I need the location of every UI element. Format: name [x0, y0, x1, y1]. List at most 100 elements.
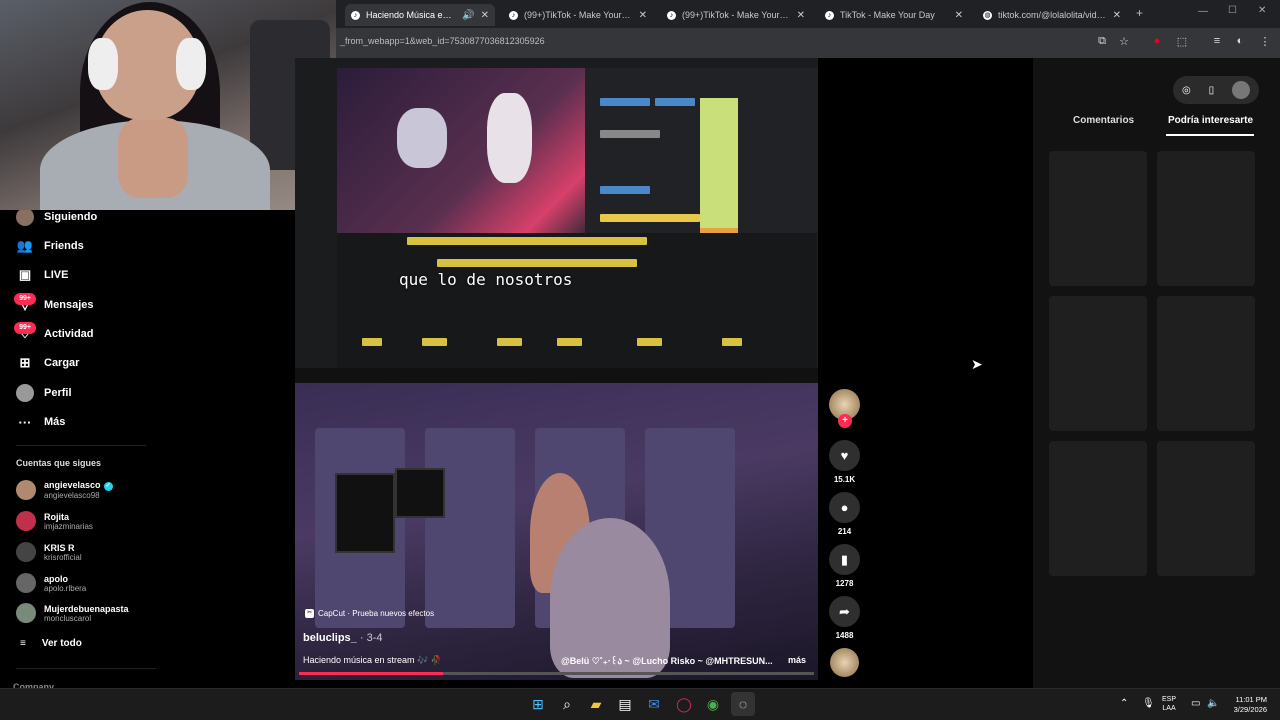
- suggested-video-tile[interactable]: [1049, 296, 1147, 431]
- tab-tiktok-1[interactable]: ♪ (99+)TikTok - Make Your Day ✕: [503, 4, 653, 26]
- nav-live[interactable]: ▣ LIVE: [16, 266, 69, 284]
- chrome-icon[interactable]: ◉: [701, 692, 725, 716]
- music-disc-icon[interactable]: [830, 648, 859, 677]
- minimize-icon[interactable]: —: [1198, 6, 1208, 17]
- mail-icon[interactable]: ✉: [642, 692, 666, 716]
- tab-podria-interesarte[interactable]: Podría interesarte: [1168, 115, 1253, 126]
- microphone-icon[interactable]: 🎙: [1142, 698, 1155, 709]
- tiktok-icon: ♪: [667, 10, 676, 20]
- like-button[interactable]: ♥ 15.1K: [829, 440, 860, 484]
- profile-avatar-icon[interactable]: ◐: [1233, 35, 1247, 47]
- lang-code: ESP: [1162, 696, 1177, 703]
- account-handle: imjazminarias: [44, 521, 93, 531]
- phone-icon[interactable]: ▯: [1209, 85, 1215, 96]
- nav-label: Más: [44, 416, 66, 428]
- volume-icon[interactable]: 🔈: [1207, 698, 1219, 709]
- tab-haciendo-musica[interactable]: ♪ Haciendo Música en Stream 🔊 ✕: [345, 4, 495, 26]
- account-name: angievelasco: [44, 480, 101, 491]
- network-icon[interactable]: ▭: [1191, 698, 1200, 709]
- active-tab-indicator: [1166, 134, 1254, 136]
- account-item[interactable]: angievelasco ✓ angievelasco98: [16, 480, 113, 500]
- nav-label: Perfil: [44, 387, 72, 399]
- tab-lolalolita[interactable]: ◍ tiktok.com/@lolalolita/video/7 ✕: [977, 4, 1127, 26]
- more-icon: ···: [18, 414, 32, 430]
- close-icon[interactable]: ✕: [639, 10, 647, 21]
- list-icon: ≡: [20, 638, 26, 649]
- nav-siguiendo[interactable]: Siguiendo: [16, 208, 97, 226]
- search-icon[interactable]: ⌕: [555, 692, 579, 716]
- progress-fill: [299, 672, 444, 675]
- tab-title: tiktok.com/@lolalolita/video/7: [998, 10, 1107, 20]
- see-all-link[interactable]: ≡ Ver todo: [16, 638, 82, 649]
- suggested-video-tile[interactable]: [1157, 151, 1255, 286]
- pinterest-icon[interactable]: ●: [1150, 35, 1164, 47]
- user-avatar[interactable]: [1232, 81, 1251, 99]
- suggested-video-tile[interactable]: [1157, 441, 1255, 576]
- chevron-up-icon[interactable]: ⌃: [1120, 698, 1128, 709]
- menu-kebab-icon[interactable]: ⋮: [1258, 35, 1272, 48]
- speaker-icon[interactable]: 🔊: [462, 10, 474, 21]
- media-control-icon[interactable]: ≡: [1210, 35, 1224, 47]
- account-name: KRIS R: [44, 542, 75, 553]
- close-icon[interactable]: ✕: [955, 10, 963, 21]
- nav-mas[interactable]: ··· Más: [16, 413, 66, 431]
- url-field[interactable]: _from_webapp=1&web_id=753087703681230592…: [340, 36, 545, 46]
- account-item[interactable]: KRIS Rkrisrofficial: [16, 542, 82, 562]
- tab-title: (99+)TikTok - Make Your Day: [682, 10, 791, 20]
- suggested-video-tile[interactable]: [1157, 296, 1255, 431]
- capcut-label[interactable]: ✂ CapCut · Prueba nuevos efectos: [305, 609, 434, 618]
- close-icon[interactable]: ✕: [797, 10, 805, 21]
- capcut-icon: ✂: [305, 609, 314, 618]
- account-name: apolo: [44, 573, 68, 584]
- tab-title: TikTok - Make Your Day: [840, 10, 935, 20]
- saves-count: 1278: [835, 579, 854, 588]
- close-icon[interactable]: ✕: [1113, 10, 1121, 21]
- nav-cargar[interactable]: ⊞ Cargar: [16, 354, 80, 372]
- new-tab-button[interactable]: +: [1136, 6, 1143, 20]
- start-icon[interactable]: ⊞: [526, 692, 550, 716]
- bookmark-star-icon[interactable]: ☆: [1117, 35, 1131, 48]
- account-item[interactable]: Rojita imjazminarias: [16, 511, 93, 531]
- nav-label: Friends: [44, 240, 84, 252]
- save-button[interactable]: ▮ 1278: [829, 544, 860, 588]
- see-all-label: Ver todo: [41, 638, 82, 649]
- suggested-video-tile[interactable]: [1049, 151, 1147, 286]
- close-icon[interactable]: ✕: [481, 10, 489, 21]
- language-indicator[interactable]: ESP LAA: [1162, 695, 1176, 713]
- compass-icon[interactable]: ◎: [1182, 85, 1191, 96]
- account-item[interactable]: Mujerdebuenapasta moncluscarol: [16, 603, 129, 623]
- tab-comentarios[interactable]: Comentarios: [1073, 115, 1134, 126]
- account-handle: apolo.rlbera: [44, 583, 87, 593]
- video-author[interactable]: beluclips_ · 3-4: [303, 632, 382, 644]
- account-name: Rojita: [44, 511, 70, 522]
- globe-icon: ◍: [983, 10, 992, 20]
- video-progress-bar[interactable]: [299, 672, 814, 675]
- headphones-icon: [88, 38, 118, 90]
- video-mentions[interactable]: @Belü ♡˚₊‧꒰ა ~ @Lucho Risko ~ @MHTRESUN.…: [561, 655, 773, 667]
- extensions-icon[interactable]: ⬚: [1175, 35, 1189, 48]
- avatar: [16, 603, 36, 623]
- more-button[interactable]: más: [788, 655, 806, 665]
- close-window-icon[interactable]: ✕: [1258, 5, 1266, 16]
- video-player[interactable]: que lo de nosotros ✂ CapCut · Prueba nue…: [295, 58, 818, 680]
- share-icon: ➦: [829, 596, 860, 627]
- clock[interactable]: 11:01 PM 3/29/2026: [1225, 695, 1267, 715]
- tab-tiktok-3[interactable]: ♪ TikTok - Make Your Day ✕: [819, 4, 969, 26]
- comment-button[interactable]: ● 214: [829, 492, 860, 536]
- nav-label: Actividad: [44, 328, 94, 340]
- obs-icon[interactable]: ◌: [731, 692, 755, 716]
- store-icon[interactable]: ▤: [613, 692, 637, 716]
- file-explorer-icon[interactable]: ▰: [584, 692, 608, 716]
- nav-friends[interactable]: 👥 Friends: [16, 237, 84, 255]
- install-app-icon[interactable]: ⧉: [1095, 35, 1109, 48]
- opera-icon[interactable]: ◯: [672, 692, 696, 716]
- nav-perfil[interactable]: Perfil: [16, 384, 72, 402]
- messages-badge: 99+: [14, 293, 36, 305]
- share-button[interactable]: ➦ 1488: [829, 596, 860, 640]
- tab-tiktok-2[interactable]: ♪ (99+)TikTok - Make Your Day ✕: [661, 4, 811, 26]
- suggested-video-tile[interactable]: [1049, 441, 1147, 576]
- follow-plus-icon[interactable]: +: [838, 414, 852, 428]
- video-description: Haciendo música en stream 🎶 🥀: [303, 655, 442, 665]
- maximize-icon[interactable]: ☐: [1228, 5, 1237, 16]
- account-item[interactable]: apolo apolo.rlbera: [16, 573, 86, 593]
